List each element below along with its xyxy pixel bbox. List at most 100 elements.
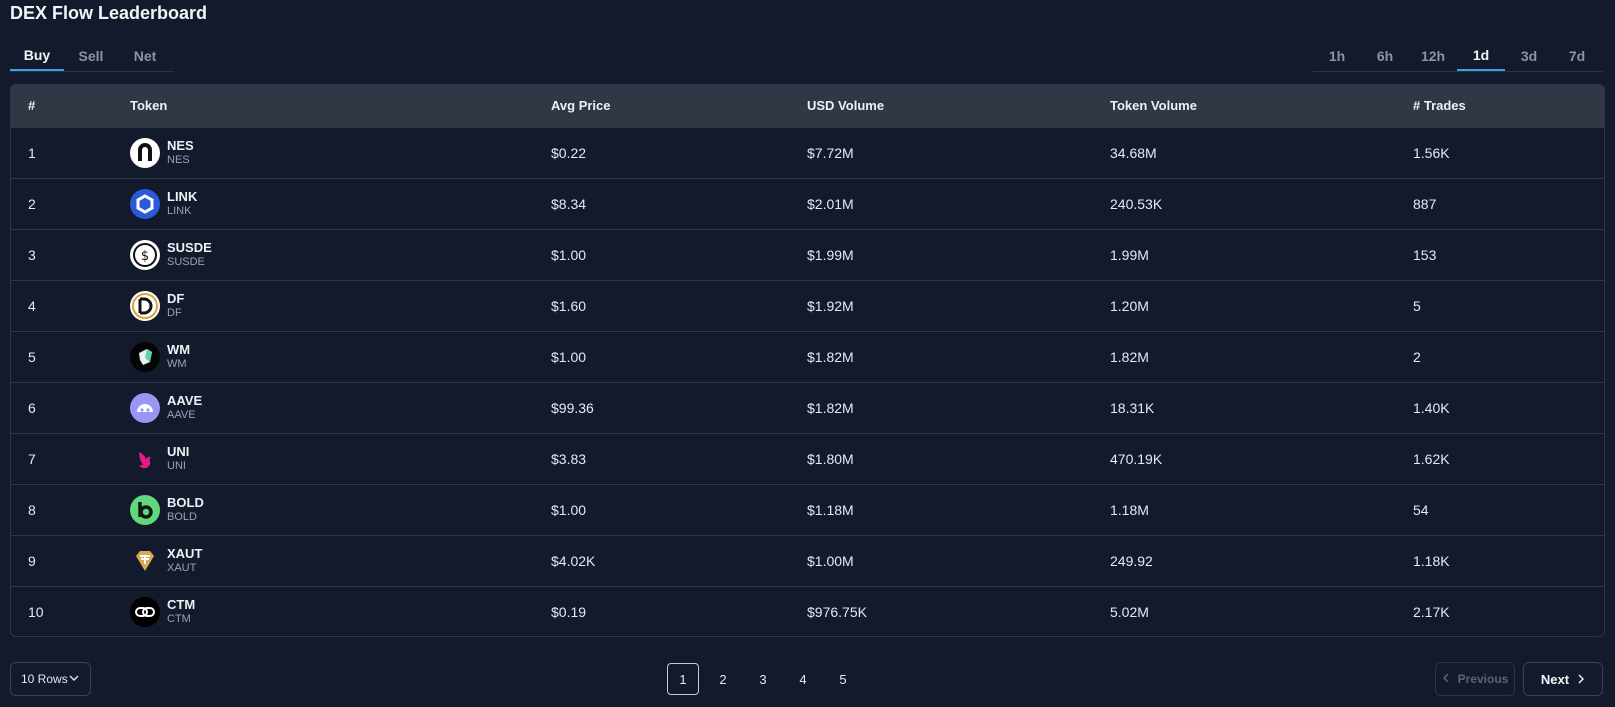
rank-cell: 6 — [28, 399, 36, 416]
xaut-token-icon — [130, 546, 160, 576]
usd-volume-cell: $1.00M — [807, 552, 854, 569]
token-volume-cell: 470.19K — [1110, 450, 1163, 467]
page-button-4[interactable]: 4 — [787, 663, 819, 695]
token-cell[interactable]: WM WM — [130, 341, 551, 372]
usd-volume-cell: $1.82M — [807, 348, 854, 365]
tab-3d[interactable]: 3d — [1505, 40, 1553, 71]
trades-cell: 5 — [1413, 297, 1421, 314]
page-button-5[interactable]: 5 — [827, 663, 859, 695]
tab-net[interactable]: Net — [118, 40, 172, 71]
avg-price-cell: $0.19 — [551, 603, 587, 620]
token-symbol: UNI — [167, 459, 186, 472]
chevron-down-icon — [68, 672, 80, 687]
token-name: SUSDE — [167, 239, 212, 255]
token-symbol: CTM — [167, 612, 191, 625]
page-button-3[interactable]: 3 — [747, 663, 779, 695]
column-header-token[interactable]: Token — [130, 85, 551, 127]
token-volume-cell: 1.20M — [1110, 297, 1149, 314]
rank-cell: 1 — [28, 144, 36, 161]
tab-buy[interactable]: Buy — [10, 40, 64, 71]
column-header-avg-price[interactable]: Avg Price — [551, 85, 807, 127]
avg-price-cell: $1.00 — [551, 501, 587, 518]
token-symbol: DF — [167, 306, 182, 319]
table-row[interactable]: 10 CTM CTM $0.19 $976.75K 5.02M 2.17K — [11, 586, 1604, 636]
trades-cell: 887 — [1413, 195, 1437, 212]
trades-cell: 1.56K — [1413, 144, 1450, 161]
token-cell[interactable]: UNI UNI — [130, 444, 551, 474]
token-volume-cell: 240.53K — [1110, 195, 1163, 212]
token-symbol: WM — [167, 357, 187, 370]
table-row[interactable]: 9 XAUT XAUT $4.02K $1.00M 249.92 1.18K — [11, 535, 1604, 586]
avg-price-cell: $1.00 — [551, 246, 587, 263]
token-symbol: SUSDE — [167, 255, 205, 268]
bold-token-icon — [130, 494, 160, 525]
usd-volume-cell: $1.99M — [807, 246, 854, 263]
previous-button[interactable]: Previous — [1435, 662, 1515, 696]
token-name: AAVE — [167, 392, 203, 408]
tab-12h[interactable]: 12h — [1409, 40, 1457, 71]
trades-cell: 1.40K — [1413, 399, 1450, 416]
tab-1h[interactable]: 1h — [1313, 40, 1361, 71]
usd-volume-cell: $976.75K — [807, 603, 867, 620]
table-row[interactable]: 8 BOLD BOLD $1.00 $1.18M 1.18M 54 — [11, 484, 1604, 535]
token-symbol: NES — [167, 153, 190, 166]
page-title: DEX Flow Leaderboard — [10, 3, 208, 23]
avg-price-cell: $3.83 — [551, 450, 587, 467]
token-cell[interactable]: NES NES — [130, 137, 551, 168]
rank-cell: 4 — [28, 297, 36, 314]
usd-volume-cell: $1.82M — [807, 399, 854, 416]
token-name: BOLD — [167, 494, 204, 510]
df-token-icon — [130, 290, 160, 321]
token-cell[interactable]: AAVE AAVE — [130, 392, 551, 423]
avg-price-cell: $1.00 — [551, 348, 587, 365]
table-row[interactable]: 3 $ SUSDE SUSDE $1.00 $1.99M 1.99M 153 — [11, 229, 1604, 280]
tab-1d[interactable]: 1d — [1457, 40, 1505, 71]
table-row[interactable]: 4 DF DF $1.60 $1.92M 1.20M 5 — [11, 280, 1604, 331]
rank-cell: 8 — [28, 501, 36, 518]
avg-price-cell: $4.02K — [551, 552, 596, 569]
token-cell[interactable]: $ SUSDE SUSDE — [130, 239, 551, 270]
rows-per-page-select[interactable]: 10 Rows — [10, 662, 91, 696]
next-button[interactable]: Next — [1523, 662, 1603, 696]
column-header-token-volume[interactable]: Token Volume — [1110, 85, 1413, 127]
usd-volume-cell: $1.92M — [807, 297, 854, 314]
link-token-icon — [130, 188, 160, 219]
token-volume-cell: 249.92 — [1110, 552, 1153, 569]
token-volume-cell: 5.02M — [1110, 603, 1149, 620]
table-row[interactable]: 6 AAVE AAVE $99.36 $1.82M 18.31K 1.40K — [11, 382, 1604, 433]
token-symbol: AAVE — [167, 408, 196, 421]
usd-volume-cell: $1.80M — [807, 450, 854, 467]
table-row[interactable]: 1 NES NES $0.22 $7.72M 34.68M 1.56K — [11, 127, 1604, 178]
tab-sell[interactable]: Sell — [64, 40, 118, 71]
tab-7d[interactable]: 7d — [1553, 40, 1601, 71]
token-cell[interactable]: LINK LINK — [130, 188, 551, 219]
usd-volume-cell: $2.01M — [807, 195, 854, 212]
nes-token-icon — [130, 137, 160, 168]
avg-price-cell: $99.36 — [551, 399, 594, 416]
rank-cell: 9 — [28, 552, 36, 569]
rank-cell: 3 — [28, 246, 36, 263]
column-header-rank[interactable]: # — [11, 85, 130, 127]
uni-token-icon — [130, 444, 160, 474]
chevron-left-icon — [1442, 672, 1450, 686]
token-cell[interactable]: DF DF — [130, 290, 551, 321]
trades-cell: 2.17K — [1413, 603, 1450, 620]
table-row[interactable]: 5 WM WM $1.00 $1.82M 1.82M 2 — [11, 331, 1604, 382]
token-volume-cell: 1.82M — [1110, 348, 1149, 365]
usd-volume-cell: $7.72M — [807, 144, 854, 161]
aave-token-icon — [130, 392, 160, 423]
table-row[interactable]: 7 UNI UNI $3.83 $1.80M 470.19K 1.62K — [11, 433, 1604, 484]
page-button-1[interactable]: 1 — [667, 663, 699, 695]
token-cell[interactable]: XAUT XAUT — [130, 546, 551, 576]
pagination: 1 2 3 4 5 — [667, 663, 859, 695]
column-header-trades[interactable]: # Trades — [1413, 85, 1604, 127]
trades-cell: 2 — [1413, 348, 1421, 365]
page-button-2[interactable]: 2 — [707, 663, 739, 695]
token-cell[interactable]: CTM CTM — [130, 596, 551, 627]
rank-cell: 2 — [28, 195, 36, 212]
column-header-usd-volume[interactable]: USD Volume — [807, 85, 1110, 127]
tab-6h[interactable]: 6h — [1361, 40, 1409, 71]
token-cell[interactable]: BOLD BOLD — [130, 494, 551, 525]
token-name: DF — [167, 290, 185, 306]
table-row[interactable]: 2 LINK LINK $8.34 $2.01M 240.53K 887 — [11, 178, 1604, 229]
